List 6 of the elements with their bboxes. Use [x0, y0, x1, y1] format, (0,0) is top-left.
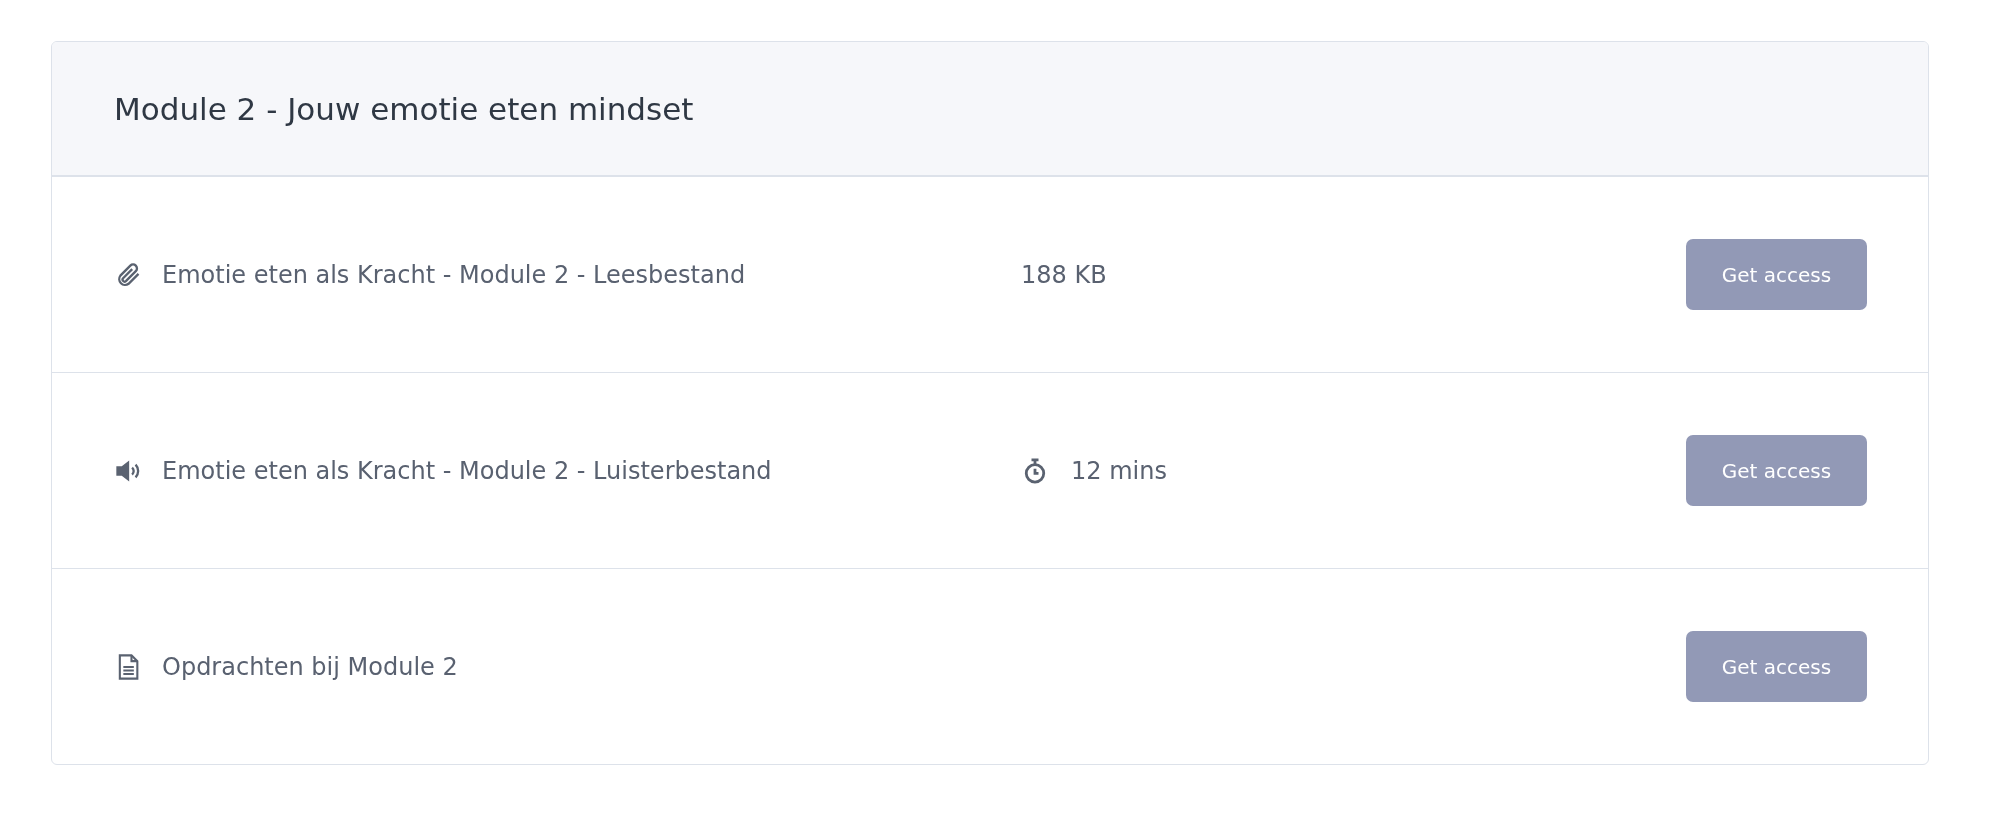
lesson-title: Opdrachten bij Module 2: [162, 652, 458, 681]
duration-text: 12 mins: [1071, 456, 1167, 485]
file-size-text: 188 KB: [1021, 260, 1107, 289]
module-title: Module 2 - Jouw emotie eten mindset: [114, 90, 694, 127]
lesson-title: Emotie eten als Kracht - Module 2 - Leesbestand: [162, 260, 746, 289]
lesson-title: Emotie eten als Kracht - Module 2 - Luisterbestand: [162, 456, 772, 485]
